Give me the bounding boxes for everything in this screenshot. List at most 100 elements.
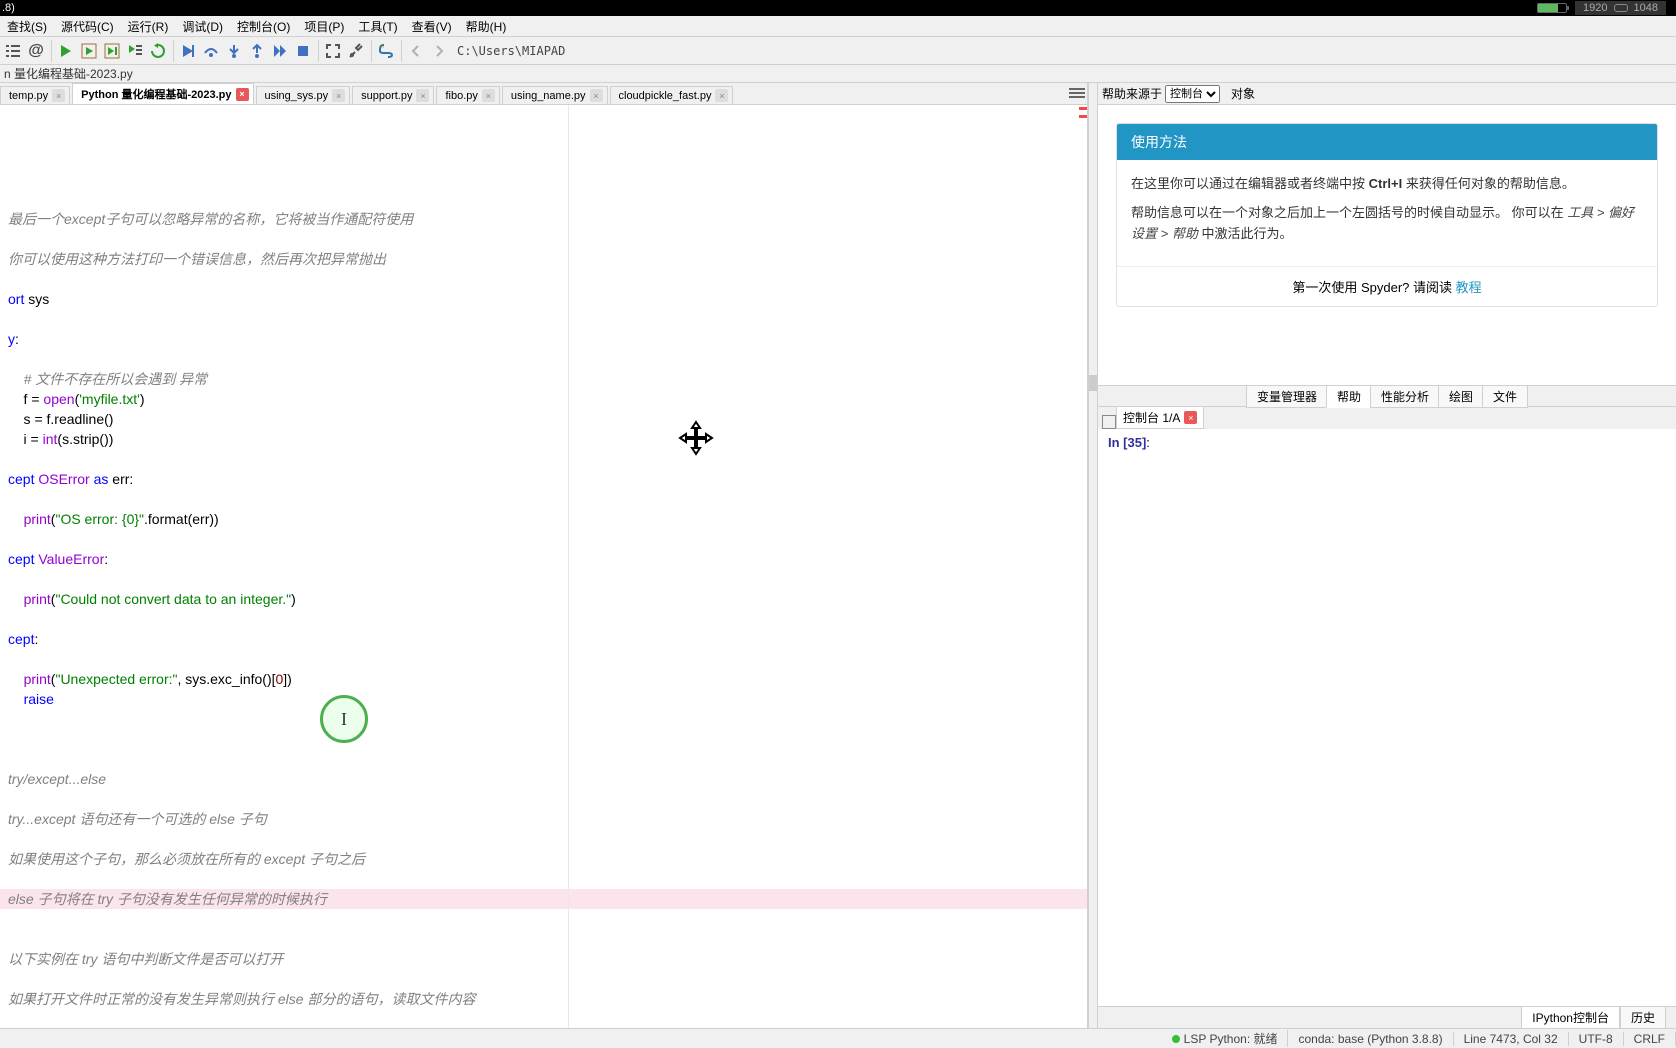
back-icon[interactable] (405, 40, 427, 62)
tutorial-link[interactable]: 教程 (1456, 280, 1482, 295)
code-line[interactable]: i = int(s.strip()) (0, 429, 1087, 449)
menu-help[interactable]: 帮助(H) (459, 18, 514, 35)
close-icon[interactable]: × (416, 89, 429, 102)
tab-var-explorer[interactable]: 变量管理器 (1246, 385, 1328, 408)
tab-main-file[interactable]: Python 量化编程基础-2023.py× (72, 83, 253, 104)
status-lsp[interactable]: LSP Python: 就绪 (1162, 1030, 1289, 1047)
close-icon[interactable]: × (236, 88, 249, 101)
code-line[interactable]: 如果使用这个子句，那么必须放在所有的 except 子句之后 (0, 849, 1087, 869)
menu-view[interactable]: 查看(V) (405, 18, 459, 35)
tab-profiler[interactable]: 性能分析 (1370, 385, 1440, 408)
menu-project[interactable]: 项目(P) (297, 18, 351, 35)
close-icon[interactable]: × (1184, 411, 1197, 424)
code-line[interactable] (0, 649, 1087, 669)
menu-debug[interactable]: 调试(D) (175, 18, 230, 35)
code-line[interactable] (0, 749, 1087, 769)
code-line[interactable]: 如果打开文件时正常的没有发生异常则执行 else 部分的语句，读取文件内容 (0, 989, 1087, 1009)
code-line[interactable] (0, 269, 1087, 289)
debug-play-icon[interactable] (177, 40, 199, 62)
menu-run[interactable]: 运行(R) (121, 18, 176, 35)
code-line[interactable]: try/except...else (0, 769, 1087, 789)
code-line[interactable] (0, 909, 1087, 929)
menu-search[interactable]: 查找(S) (0, 18, 54, 35)
code-line[interactable]: y: (0, 329, 1087, 349)
code-line[interactable] (0, 709, 1087, 729)
code-line[interactable]: ort sys (0, 289, 1087, 309)
code-line[interactable] (0, 489, 1087, 509)
python-path-icon[interactable] (375, 40, 397, 62)
menu-console[interactable]: 控制台(O) (230, 18, 297, 35)
code-line[interactable]: try...except 语句还有一个可选的 else 子句 (0, 809, 1087, 829)
step-over-icon[interactable] (200, 40, 222, 62)
code-line[interactable]: raise (0, 689, 1087, 709)
console-options-icon[interactable] (1102, 415, 1116, 429)
code-line[interactable] (0, 829, 1087, 849)
code-line[interactable] (0, 529, 1087, 549)
tab-cloudpickle[interactable]: cloudpickle_fast.py× (610, 86, 734, 104)
continue-icon[interactable] (269, 40, 291, 62)
code-line[interactable]: 最后一个except子句可以忽略异常的名称，它将被当作通配符使用 (0, 209, 1087, 229)
step-into-icon[interactable] (223, 40, 245, 62)
close-icon[interactable]: × (590, 89, 603, 102)
code-line[interactable]: print("Could not convert data to an inte… (0, 589, 1087, 609)
run-cell-icon[interactable] (78, 40, 100, 62)
code-line[interactable]: print("OS error: {0}".format(err)) (0, 509, 1087, 529)
forward-icon[interactable] (428, 40, 450, 62)
stop-icon[interactable] (292, 40, 314, 62)
code-line[interactable] (0, 929, 1087, 949)
code-line[interactable]: # 文件不存在所以会遇到 异常 (0, 369, 1087, 389)
tab-support[interactable]: support.py× (352, 86, 434, 104)
code-line[interactable] (0, 449, 1087, 469)
pane-splitter[interactable] (1088, 83, 1098, 1028)
close-icon[interactable]: × (482, 89, 495, 102)
close-icon[interactable]: × (52, 89, 65, 102)
tab-using-sys[interactable]: using_sys.py× (256, 86, 351, 104)
status-encoding[interactable]: UTF-8 (1569, 1032, 1624, 1046)
ipython-console[interactable]: In [35]: (1098, 429, 1676, 1006)
tab-plots[interactable]: 绘图 (1438, 385, 1484, 408)
code-line[interactable] (0, 229, 1087, 249)
code-line[interactable] (0, 349, 1087, 369)
menu-source[interactable]: 源代码(C) (54, 18, 121, 35)
console-tab[interactable]: 控制台 1/A× (1116, 406, 1204, 429)
code-editor[interactable]: 最后一个except子句可以忽略异常的名称，它将被当作通配符使用 你可以使用这种… (0, 105, 1087, 1028)
code-line[interactable] (0, 1009, 1087, 1028)
outline-icon[interactable] (2, 40, 24, 62)
status-eol[interactable]: CRLF (1624, 1032, 1676, 1046)
tab-history[interactable]: 历史 (1620, 1006, 1666, 1029)
code-line[interactable] (0, 609, 1087, 629)
code-line[interactable]: else 子句将在 try 子句没有发生任何异常的时候执行 (0, 889, 1087, 909)
tab-help[interactable]: 帮助 (1326, 385, 1372, 408)
maximize-icon[interactable] (322, 40, 344, 62)
status-conda[interactable]: conda: base (Python 3.8.8) (1288, 1032, 1453, 1046)
tab-fibo[interactable]: fibo.py× (436, 86, 499, 104)
menu-tools[interactable]: 工具(T) (351, 18, 404, 35)
code-line[interactable] (0, 309, 1087, 329)
close-icon[interactable]: × (332, 89, 345, 102)
code-line[interactable]: 你可以使用这种方法打印一个错误信息，然后再次把异常抛出 (0, 249, 1087, 269)
tab-ipython-console[interactable]: IPython控制台 (1521, 1006, 1620, 1029)
close-icon[interactable]: × (715, 89, 728, 102)
run-selection-icon[interactable] (124, 40, 146, 62)
tab-menu-icon[interactable] (1069, 85, 1085, 101)
at-icon[interactable]: @ (25, 40, 47, 62)
code-line[interactable]: cept OSError as err: (0, 469, 1087, 489)
tab-files[interactable]: 文件 (1482, 385, 1528, 408)
code-line[interactable] (0, 869, 1087, 889)
run-icon[interactable] (55, 40, 77, 62)
code-line[interactable] (0, 189, 1087, 209)
code-line[interactable]: s = f.readline() (0, 409, 1087, 429)
tab-using-name[interactable]: using_name.py× (502, 86, 608, 104)
preferences-icon[interactable] (345, 40, 367, 62)
code-line[interactable] (0, 789, 1087, 809)
code-line[interactable]: print("Unexpected error:", sys.exc_info(… (0, 669, 1087, 689)
code-line[interactable] (0, 969, 1087, 989)
code-line[interactable]: 以下实例在 try 语句中判断文件是否可以打开 (0, 949, 1087, 969)
code-line[interactable] (0, 569, 1087, 589)
code-line[interactable]: f = open('myfile.txt') (0, 389, 1087, 409)
code-line[interactable] (0, 729, 1087, 749)
code-line[interactable]: cept ValueError: (0, 549, 1087, 569)
code-line[interactable]: cept: (0, 629, 1087, 649)
help-source-select[interactable]: 控制台 (1165, 85, 1220, 103)
run-cell-advance-icon[interactable] (101, 40, 123, 62)
